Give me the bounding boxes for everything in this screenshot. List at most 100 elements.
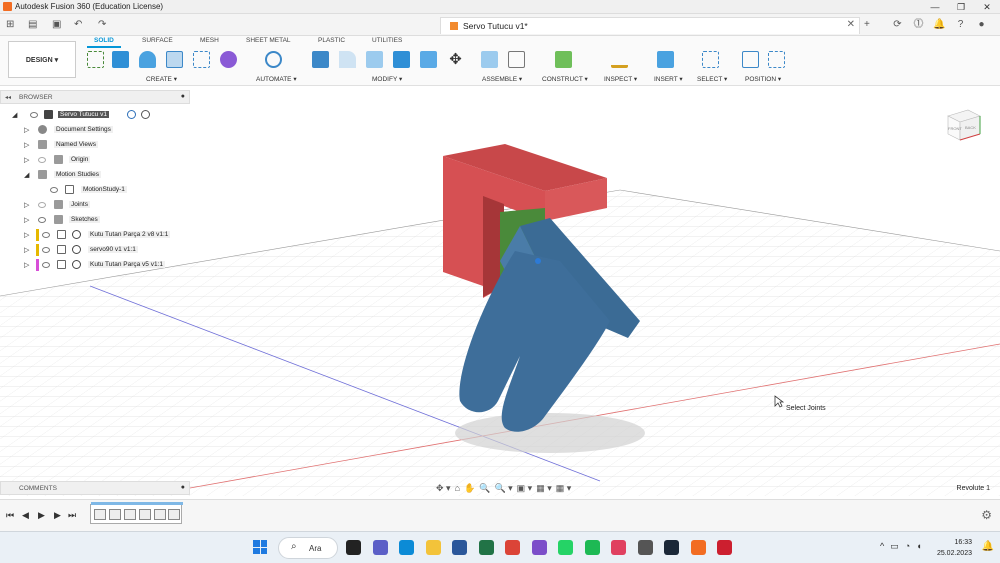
viewports-icon[interactable]: ▦ ▾ [556,483,572,494]
timeline-next-button[interactable]: ▶ [54,510,61,521]
visibility-eye-icon[interactable] [30,112,38,118]
tab-sheet-metal[interactable]: SHEET METAL [246,37,291,44]
data-panel-grid-icon[interactable]: ⊞ [6,19,14,30]
browser-collapse-icon[interactable]: ◂◂ [5,94,11,101]
timeline-last-button[interactable]: ⏭ [68,510,76,521]
timeline-feature-joint[interactable] [124,509,136,520]
comments-pin-icon[interactable]: ● [181,484,185,491]
expand-toggle-icon[interactable]: ▷ [24,126,29,134]
display-settings-icon[interactable]: ▣ ▾ [517,483,533,494]
browser-item-origin[interactable]: ▷ Origin [0,153,190,167]
new-component-icon[interactable] [481,51,498,68]
timeline-prev-button[interactable]: ◀ [22,510,29,521]
job-status-icon[interactable]: ⟳ [889,17,906,33]
insert-menu[interactable]: INSERT ▾ [654,75,683,83]
taskbar-app-autodesk-icon[interactable] [717,540,732,555]
browser-item-document-settings[interactable]: ▷ Document Settings [0,123,190,137]
expand-toggle-icon[interactable]: ▷ [24,246,29,254]
automate-menu[interactable]: AUTOMATE ▾ [256,75,297,83]
timeline-first-button[interactable]: ⏮ [6,510,14,521]
modify-menu[interactable]: MODIFY ▾ [372,75,402,83]
timeline-feature-joint[interactable] [139,509,151,520]
taskbar-app-spotify-icon[interactable] [584,540,600,555]
extrude-icon[interactable] [112,51,129,68]
browser-item-component-3[interactable]: ▷ Kutu Tutan Parça v5 v1:1 [0,258,190,272]
create-menu[interactable]: CREATE ▾ [146,75,177,83]
taskbar-app-chrome-icon[interactable] [505,540,520,555]
user-avatar[interactable]: ● [973,17,990,33]
timeline-play-button[interactable]: ▶ [38,510,45,521]
radio-active-icon[interactable] [141,110,150,119]
joint-icon[interactable] [508,51,525,68]
new-tab-button[interactable]: + [864,19,870,30]
tray-chevron-icon[interactable]: ^ [880,541,884,552]
close-tab-button[interactable]: ✕ [847,19,855,30]
browser-header[interactable]: ◂◂ BROWSER ● [0,90,190,104]
expand-toggle-icon[interactable]: ▷ [24,261,29,269]
taskbar-app-snip-icon[interactable] [611,540,626,555]
press-pull-icon[interactable] [312,51,329,68]
timeline-track[interactable] [90,502,183,524]
maximize-button[interactable]: ❐ [948,0,974,14]
expand-toggle-icon[interactable]: ▷ [24,231,29,239]
file-menu-icon[interactable]: ▤ [28,19,37,30]
expand-toggle-icon[interactable]: ◢ [24,171,29,179]
browser-item-motion-studies[interactable]: ◢ Motion Studies [0,168,190,182]
assemble-menu[interactable]: ASSEMBLE ▾ [482,75,522,83]
save-icon[interactable]: ▣ [52,19,61,30]
expand-toggle-icon[interactable]: ▷ [24,201,29,209]
taskbar-app-fusion-icon[interactable] [690,540,706,555]
chamfer-icon[interactable] [366,51,383,68]
home-view-icon[interactable]: ⌂ [455,483,460,494]
browser-item-component-1[interactable]: ▷ Kutu Tutan Parça 2 v8 v1:1 [0,228,190,242]
taskbar-app-calculator-icon[interactable] [637,540,653,555]
start-button[interactable] [253,540,267,554]
browser-root-row[interactable]: ◢ Servo Tutucu v1 [0,108,190,122]
redo-icon[interactable]: ↷ [98,19,106,30]
pan-icon[interactable]: ✋ [464,483,475,494]
orbit-icon[interactable]: ✥ ▾ [436,483,451,494]
create-sketch-icon[interactable] [87,51,104,68]
zoom-window-icon[interactable]: 🔍 ▾ [494,483,512,494]
taskbar-app-folder-icon[interactable] [425,540,441,555]
minimize-button[interactable]: — [922,0,948,14]
capture-position-icon[interactable] [742,51,759,68]
grid-settings-icon[interactable]: ▦ ▾ [536,483,552,494]
visibility-eye-icon[interactable] [38,202,46,208]
timeline-settings-gear-icon[interactable]: ⚙ [981,508,992,522]
revert-position-icon[interactable] [768,51,785,68]
position-menu[interactable]: POSITION ▾ [745,75,781,83]
expand-toggle-icon[interactable]: ▷ [24,141,29,149]
visibility-eye-icon[interactable] [50,187,58,193]
expand-toggle-icon[interactable]: ▷ [24,156,29,164]
notifications-icon[interactable]: 🔔 [931,17,948,33]
browser-item-joints[interactable]: ▷ Joints [0,198,190,212]
create-form-icon[interactable] [220,51,237,68]
taskbar-app-steam-icon[interactable] [664,540,679,555]
offset-plane-icon[interactable] [555,51,572,68]
select-menu[interactable]: SELECT ▾ [697,75,727,83]
timeline-feature-joint[interactable] [94,509,106,520]
shell-icon[interactable] [393,51,410,68]
undo-icon[interactable]: ↶ [74,19,82,30]
taskbar-app-file-explorer-icon[interactable] [346,540,361,555]
taskbar-search[interactable]: ⌕ Ara [278,537,338,559]
move-icon[interactable]: ✥ [447,51,464,68]
joint-origin-marker[interactable] [535,258,541,264]
fillet-icon[interactable] [339,51,356,68]
tab-solid[interactable]: SOLID [94,37,114,44]
visibility-eye-icon[interactable] [38,217,46,223]
zoom-icon[interactable]: 🔍 [479,483,490,494]
expand-toggle-icon[interactable]: ◢ [12,111,17,119]
select-icon[interactable] [702,51,719,68]
browser-pin-icon[interactable]: ● [181,93,185,100]
close-window-button[interactable]: ✕ [974,0,1000,14]
comments-panel[interactable]: COMMENTS ● [0,481,190,495]
wifi-icon[interactable]: ◔ [905,541,910,552]
taskbar-app-visual-studio-icon[interactable] [531,540,547,555]
browser-item-component-2[interactable]: ▷ servo90 v1 v1:1 [0,243,190,257]
browser-item-sketches[interactable]: ▷ Sketches [0,213,190,227]
taskbar-app-video-icon[interactable] [372,540,388,555]
tab-surface[interactable]: SURFACE [142,37,173,44]
tab-utilities[interactable]: UTILITIES [372,37,402,44]
